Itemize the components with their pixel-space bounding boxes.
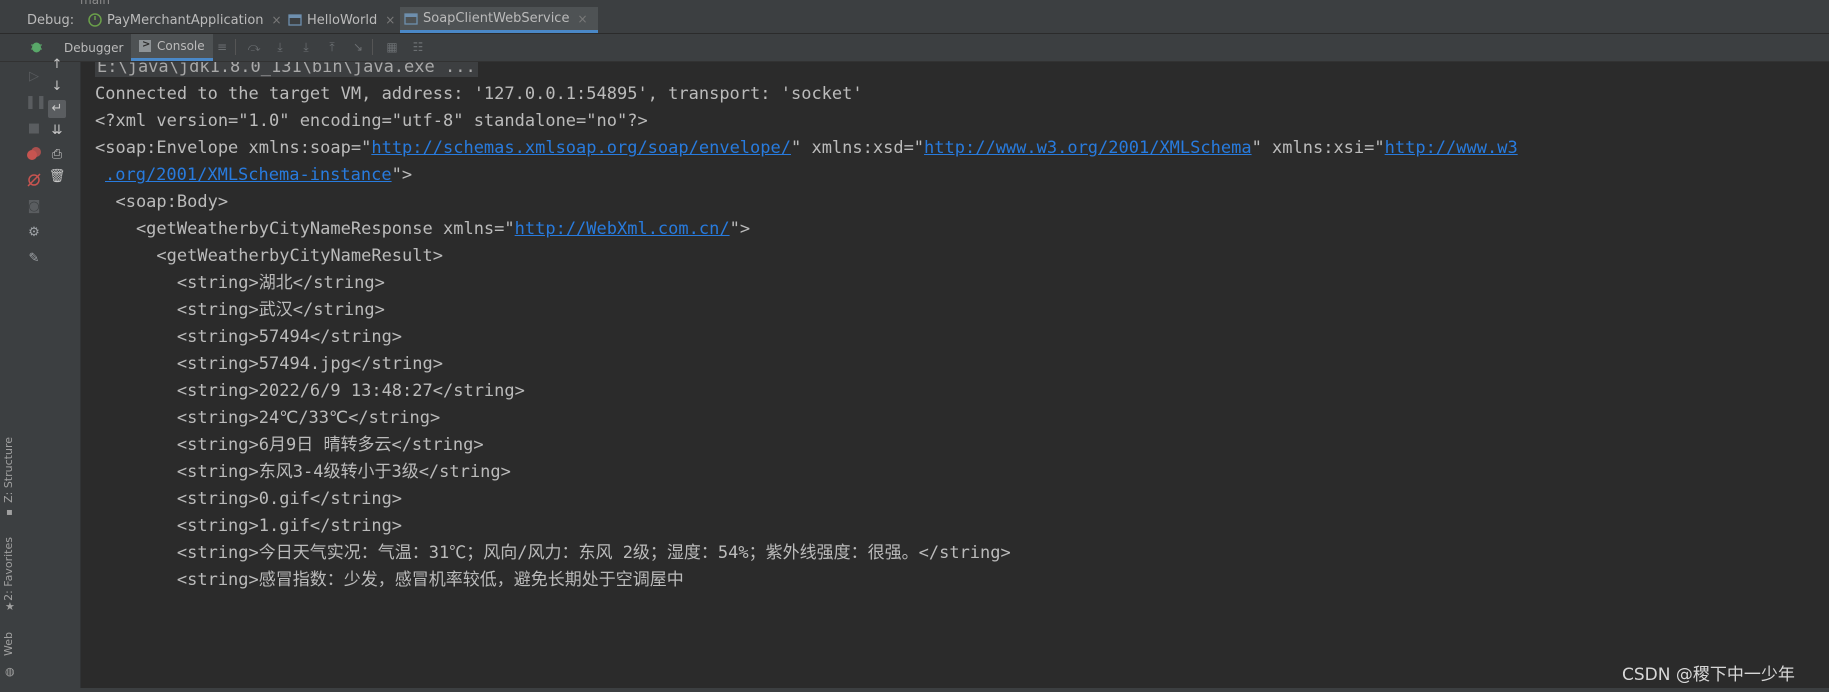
structure-icon: ▪	[6, 507, 13, 518]
console-line-string: <string>感冒指数：少发，感冒机率较低，避免长期处于空调屋中	[95, 570, 684, 590]
link-xmlschema[interactable]: http://www.w3.org/2001/XMLSchema	[924, 138, 1252, 158]
star-icon: ★	[5, 600, 15, 613]
branch-label: main	[80, 0, 110, 7]
console-line-envelope-cont: .org/2001/XMLSchema-instance">	[105, 165, 413, 185]
toolbar-divider	[235, 39, 236, 55]
tab-paymerchantapplication[interactable]: PayMerchantApplication ×	[88, 7, 282, 33]
left-tool-window-strip: Z: Structure ▪ 2: Favorites ★ Web ◍	[0, 62, 23, 692]
step-out-icon[interactable]: ⤒	[325, 40, 339, 54]
application-icon	[288, 13, 302, 27]
favorites-tool-button[interactable]: 2: Favorites	[2, 537, 15, 601]
debug-sub-toolbar: Debugger > Console ≡ ⤼ ⤓ ⤓ ⤒ ↘ ▦ ☷	[0, 34, 1829, 62]
scroll-to-end-icon[interactable]: ⇊	[48, 122, 66, 140]
resume-icon[interactable]: ▷	[25, 68, 43, 86]
tab-label: PayMerchantApplication	[107, 12, 264, 28]
tab-console[interactable]: > Console	[131, 34, 213, 61]
globe-icon: ◍	[5, 665, 15, 678]
debug-tab-bar: Debug: PayMerchantApplication × HelloWor…	[0, 7, 1829, 34]
console-line-string: <string>2022/6/9 13:48:27</string>	[95, 381, 525, 401]
console-line-string: <string>1.gif</string>	[95, 516, 403, 536]
console-line-response: <getWeatherbyCityNameResponse xmlns="htt…	[95, 219, 751, 239]
soft-wrap-icon[interactable]: ↵	[48, 100, 66, 118]
mute-breakpoints-icon[interactable]	[25, 172, 43, 190]
application-icon	[404, 12, 418, 26]
console-line-string: <string>湖北</string>	[95, 273, 385, 293]
step-into-icon[interactable]: ⤓	[273, 40, 287, 54]
evaluate-expression-icon[interactable]: ▦	[385, 40, 399, 54]
print-icon[interactable]: ⎙	[48, 146, 66, 164]
bottom-status-strip	[0, 688, 1829, 692]
tab-label: Console	[157, 39, 205, 53]
console-line-envelope: <soap:Envelope xmlns:soap="http://schema…	[95, 138, 1518, 158]
list-icon[interactable]: ≡	[215, 40, 229, 54]
console-line-string: <string>57494</string>	[95, 327, 403, 347]
trace-icon[interactable]: ☷	[411, 40, 425, 54]
close-icon[interactable]: ×	[272, 13, 282, 27]
link-xmlschema-instance-cont[interactable]: .org/2001/XMLSchema-instance	[105, 165, 392, 185]
link-webxml[interactable]: http://WebXml.com.cn/	[515, 219, 730, 239]
tab-soapclientwebservice[interactable]: SoapClientWebService ×	[400, 7, 598, 33]
pause-icon[interactable]: ❚❚	[25, 94, 47, 112]
trash-icon[interactable]: 🗑	[48, 168, 66, 186]
csdn-watermark: CSDN @稷下中一少年	[1622, 665, 1795, 685]
console-output[interactable]: E:\java\jdk1.8.0_131\bin\java.exe ... Co…	[81, 62, 1829, 692]
debug-bug-icon[interactable]	[29, 39, 43, 53]
console-line-xml-decl: <?xml version="1.0" encoding="utf-8" sta…	[95, 111, 648, 131]
stop-icon[interactable]: ■	[25, 120, 43, 138]
step-over-icon[interactable]: ⤼	[247, 40, 261, 54]
run-to-cursor-icon[interactable]: ↘	[351, 40, 365, 54]
force-step-into-icon[interactable]: ⤓	[299, 40, 313, 54]
pin-icon[interactable]: ✎	[25, 250, 43, 268]
console-line-string: <string>武汉</string>	[95, 300, 385, 320]
console-line-string: <string>0.gif</string>	[95, 489, 403, 509]
toolbar-divider	[372, 39, 373, 55]
console-line-command: E:\java\jdk1.8.0_131\bin\java.exe ...	[95, 62, 478, 81]
debug-side-toolbar: ▷ ❚❚ ■ ◙ ⚙ ✎	[22, 62, 47, 692]
console-line-result: <getWeatherbyCityNameResult>	[95, 246, 443, 266]
tab-label: SoapClientWebService	[423, 11, 570, 26]
web-tool-button[interactable]: Web	[2, 632, 15, 656]
tab-helloworld[interactable]: HelloWorld ×	[288, 7, 395, 33]
console-line-string: <string>24℃/33℃</string>	[95, 408, 441, 428]
console-line-body: <soap:Body>	[95, 192, 229, 212]
arrow-down-icon[interactable]: ↓	[48, 78, 66, 96]
settings-gear-icon[interactable]: ⚙	[25, 224, 43, 242]
camera-icon[interactable]: ◙	[25, 198, 43, 216]
console-line-string: <string>6月9日 晴转多云</string>	[95, 435, 484, 455]
close-icon[interactable]: ×	[577, 12, 587, 26]
link-soap-envelope[interactable]: http://schemas.xmlsoap.org/soap/envelope…	[371, 138, 791, 158]
spring-boot-icon	[88, 13, 102, 27]
console-side-toolbar: ↑ ↓ ↵ ⇊ ⎙ 🗑	[46, 57, 81, 692]
tab-label: HelloWorld	[307, 12, 378, 28]
link-xmlschema-instance[interactable]: http://www.w3	[1385, 138, 1518, 158]
tab-debugger[interactable]: Debugger	[58, 34, 129, 61]
console-line-string: <string>东风3-4级转小于3级</string>	[95, 462, 511, 482]
view-breakpoints-icon[interactable]	[25, 146, 43, 164]
close-icon[interactable]: ×	[385, 13, 395, 27]
structure-tool-button[interactable]: Z: Structure	[2, 437, 15, 503]
debug-label: Debug:	[27, 13, 75, 28]
console-line-string: <string>今日天气实况：气温：31℃；风向/风力：东风 2级；湿度：54%…	[95, 543, 1011, 563]
arrow-up-icon[interactable]: ↑	[48, 56, 66, 74]
console-line-string: <string>57494.jpg</string>	[95, 354, 443, 374]
tab-label: Debugger	[64, 40, 124, 55]
console-line-connected: Connected to the target VM, address: '12…	[95, 84, 863, 104]
console-icon: >	[139, 39, 151, 52]
